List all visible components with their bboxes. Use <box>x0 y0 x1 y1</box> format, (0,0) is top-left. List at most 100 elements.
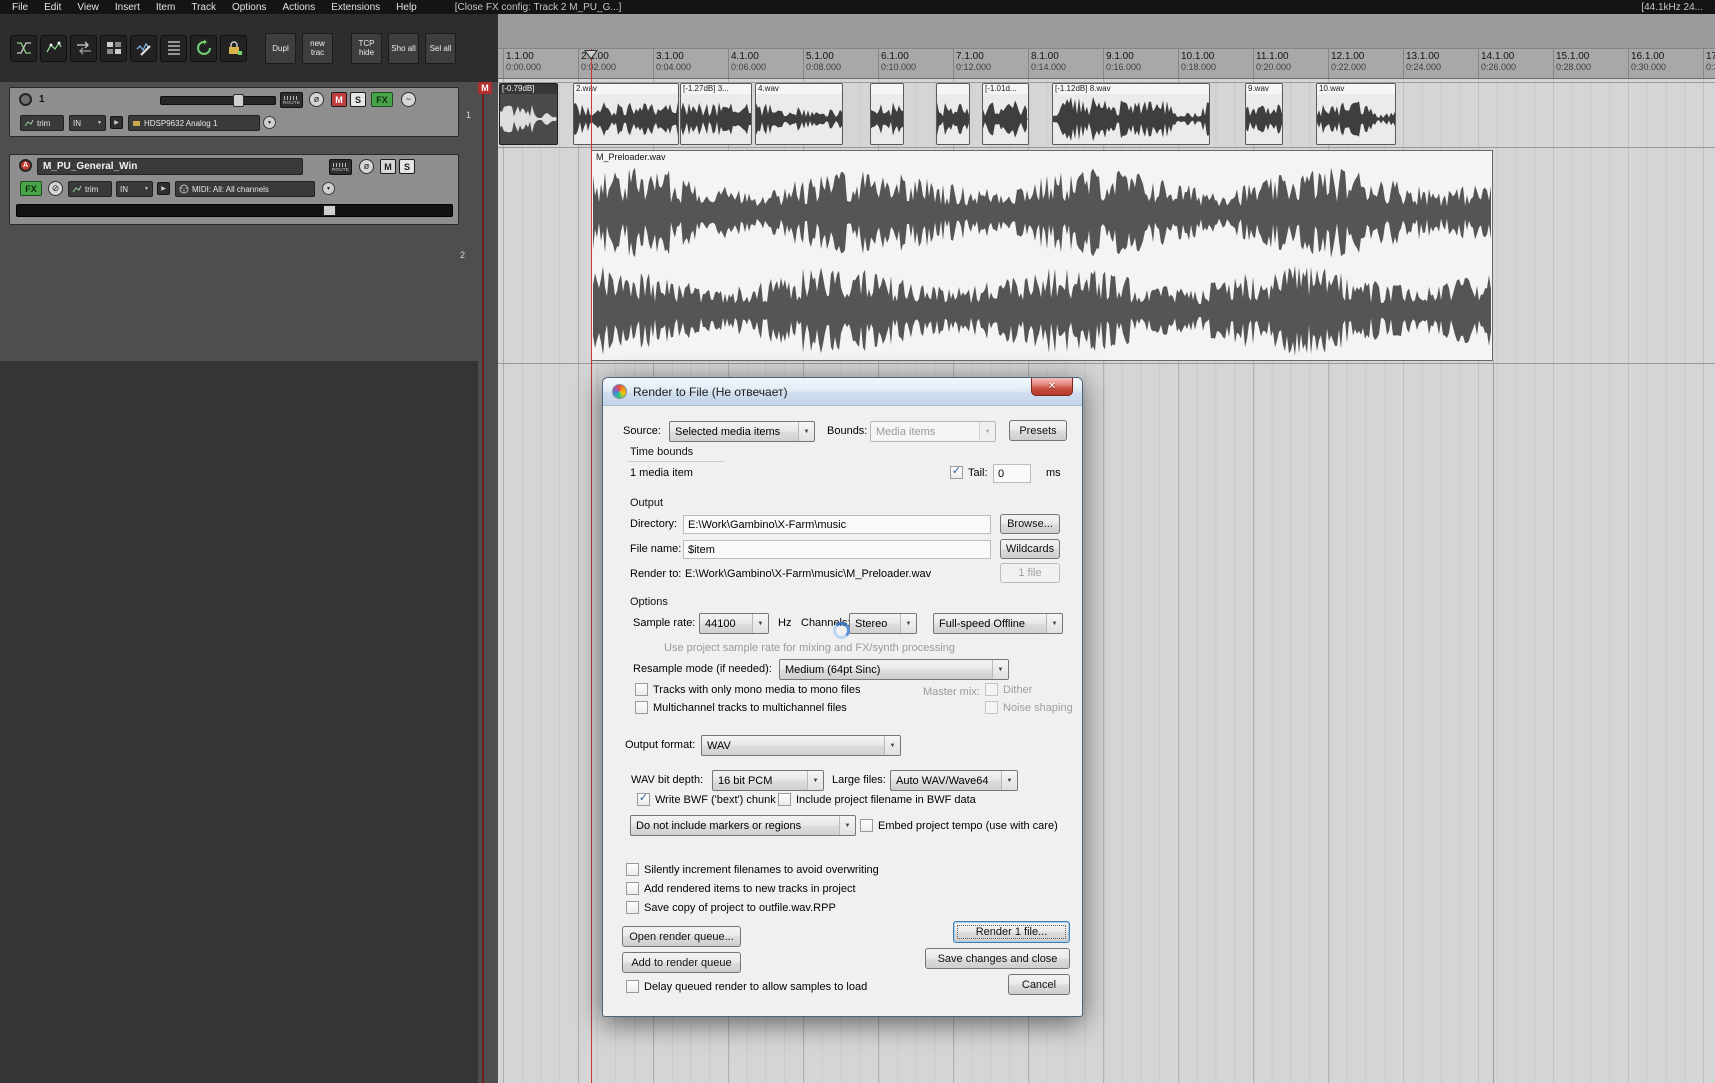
midi-input-strip[interactable]: MIDI: All: All channels <box>175 181 315 197</box>
add-rendered-checkbox[interactable]: ✓Add rendered items to new tracks in pro… <box>626 882 856 895</box>
toolbar-button-show-all[interactable]: Sho all <box>388 32 419 64</box>
grouping-icon[interactable] <box>100 34 127 62</box>
io-strip[interactable]: HDSP9632 Analog 1 <box>128 115 260 131</box>
save-copy-checkbox[interactable]: ✓Save copy of project to outfile.wav.RPP <box>626 901 836 914</box>
add-render-queue-button[interactable]: Add to render queue <box>622 952 741 973</box>
ripple-edit-icon[interactable] <box>70 34 97 62</box>
media-item[interactable]: [-1.12dB] 8.wav <box>1052 83 1210 145</box>
trim-control[interactable]: trim <box>68 181 112 197</box>
ruler-measure[interactable]: 16.1.00 0:30.000 <box>1628 51 1666 72</box>
menu-track[interactable]: Track <box>191 2 216 13</box>
media-item[interactable]: [-1.01d... <box>982 83 1029 145</box>
repeat-icon[interactable] <box>190 34 217 62</box>
media-item[interactable] <box>936 83 970 145</box>
toolbar-button-new-track[interactable]: new trac <box>302 32 333 64</box>
toolbar-button-duplicate[interactable]: Dupl <box>265 32 296 64</box>
embed-tempo-checkbox[interactable]: ✓Embed project tempo (use with care) <box>860 819 1058 832</box>
envelope-icon[interactable] <box>40 34 67 62</box>
menu-view[interactable]: View <box>77 2 99 13</box>
record-arm-button[interactable] <box>19 93 32 106</box>
wildcards-button[interactable]: Wildcards <box>1000 539 1060 559</box>
item-edit-icon[interactable] <box>130 34 157 62</box>
menu-insert[interactable]: Insert <box>115 2 140 13</box>
mute-button[interactable]: M <box>331 92 347 107</box>
fx-bypass-button[interactable]: ⊘ <box>48 181 63 196</box>
record-arm-button-armed[interactable]: A <box>19 159 32 172</box>
silently-increment-checkbox[interactable]: ✓Silently increment filenames to avoid o… <box>626 863 879 876</box>
media-item[interactable]: 9.wav <box>1245 83 1283 145</box>
dialog-titlebar[interactable]: Render to File (Не отвечает) <box>603 378 1082 406</box>
route-button[interactable]: ROUTE <box>329 159 352 175</box>
output-format-select[interactable]: WAV ▼ <box>701 735 901 756</box>
tail-checkbox[interactable]: ✓ Tail: <box>950 466 988 479</box>
resample-select[interactable]: Medium (64pt Sinc) ▼ <box>779 659 1009 680</box>
route-button[interactable]: ROUTE <box>280 92 303 108</box>
phase-button[interactable]: ø <box>309 92 324 107</box>
monitor-icon[interactable]: ▶ <box>110 116 123 129</box>
menu-extensions[interactable]: Extensions <box>331 2 380 13</box>
timeline-ruler[interactable]: 1.1.00 0:00.000 2.1.00 0:02.000 3.1.00 0:04.0… <box>498 49 1715 79</box>
media-item[interactable]: 2.wav <box>573 83 679 145</box>
media-item-preloader[interactable]: M_Preloader.wav <box>591 150 1493 361</box>
media-item[interactable]: 10.wav <box>1316 83 1396 145</box>
track1-volume-fader[interactable] <box>160 94 276 107</box>
io-dropdown[interactable]: ▼ <box>263 116 276 129</box>
track-panel-1[interactable]: 1 ROUTE ø M S FX ~ trim IN ▼ ▶ HDSP9632 … <box>9 87 459 137</box>
grid-icon[interactable] <box>160 34 187 62</box>
ruler-measure[interactable]: 6.1.00 0:10.000 <box>878 51 916 72</box>
bwf-checkbox[interactable]: ✓ Write BWF ('bext') chunk <box>637 793 776 806</box>
menu-options[interactable]: Options <box>232 2 266 13</box>
trim-control[interactable]: trim <box>20 115 64 131</box>
directory-input[interactable]: E:\Work\Gambino\X-Farm\music <box>683 515 991 534</box>
samplerate-select[interactable]: 44100 ▼ <box>699 613 769 634</box>
ruler-measure[interactable]: 10.1.00 0:18.000 <box>1178 51 1216 72</box>
bwf-filename-checkbox[interactable]: ✓Include project filename in BWF data <box>778 793 976 806</box>
ruler-measure[interactable]: 17.1.000:32.000 <box>1703 51 1715 72</box>
track-name-field[interactable]: M_PU_General_Win <box>37 158 303 175</box>
ruler-measure[interactable]: 13.1.00 0:24.000 <box>1403 51 1441 72</box>
toolbar-button-tcp-hide[interactable]: TCP hide <box>351 32 382 64</box>
presets-button[interactable]: Presets <box>1009 420 1067 441</box>
menu-item[interactable]: Item <box>156 2 175 13</box>
source-select[interactable]: Selected media items ▼ <box>669 421 815 442</box>
large-files-select[interactable]: Auto WAV/Wave64 ▼ <box>890 770 1018 791</box>
bit-depth-select[interactable]: 16 bit PCM ▼ <box>712 770 824 791</box>
media-item[interactable]: [-0.79dB] <box>499 83 558 145</box>
ruler-measure[interactable]: 15.1.00 0:28.000 <box>1553 51 1591 72</box>
track2-volume-fader[interactable] <box>16 204 453 217</box>
input-select[interactable]: IN ▼ <box>69 115 106 131</box>
mono-files-checkbox[interactable]: ✓Tracks with only mono media to mono fil… <box>635 683 860 696</box>
markers-select[interactable]: Do not include markers or regions ▼ <box>630 815 856 836</box>
solo-button[interactable]: S <box>399 159 415 174</box>
ruler-measure[interactable]: 7.1.00 0:12.000 <box>953 51 991 72</box>
menu-help[interactable]: Help <box>396 2 417 13</box>
open-render-queue-button[interactable]: Open render queue... <box>622 926 741 947</box>
delay-queued-checkbox[interactable]: ✓Delay queued render to allow samples to… <box>626 980 867 993</box>
cancel-button[interactable]: Cancel <box>1008 974 1070 995</box>
crossfade-icon[interactable] <box>10 34 37 62</box>
ruler-measure[interactable]: 9.1.00 0:16.000 <box>1103 51 1141 72</box>
fx-button[interactable]: FX <box>371 92 393 107</box>
menu-actions[interactable]: Actions <box>282 2 315 13</box>
close-button[interactable]: ✕ <box>1031 378 1073 396</box>
tail-input[interactable]: 0 <box>993 464 1031 483</box>
channels-select[interactable]: Stereo ▼ <box>849 613 917 634</box>
track-panel-2[interactable]: A M_PU_General_Win ROUTE ø M S FX ⊘ trim… <box>9 154 459 225</box>
menu-edit[interactable]: Edit <box>44 2 61 13</box>
toolbar-button-select-all[interactable]: Sel all <box>425 32 456 64</box>
browse-button[interactable]: Browse... <box>1000 514 1060 534</box>
solo-button[interactable]: S <box>350 92 366 107</box>
fader-handle[interactable] <box>323 205 336 216</box>
save-close-button[interactable]: Save changes and close <box>925 948 1070 969</box>
mute-button[interactable]: M <box>380 159 396 174</box>
filename-input[interactable]: $item <box>683 540 991 559</box>
media-item[interactable]: [-1.27dB] 3... <box>680 83 752 145</box>
fader-handle[interactable] <box>233 94 244 107</box>
media-item[interactable]: 4.wav <box>755 83 843 145</box>
ruler-measure[interactable]: 1.1.00 0:00.000 <box>503 51 541 72</box>
input-select[interactable]: IN ▼ <box>116 181 153 197</box>
envelope-button[interactable]: ~ <box>401 92 416 107</box>
ruler-measure[interactable]: 3.1.00 0:04.000 <box>653 51 691 72</box>
playhead-marker[interactable] <box>584 50 598 60</box>
midi-dropdown[interactable]: ▼ <box>322 182 335 195</box>
